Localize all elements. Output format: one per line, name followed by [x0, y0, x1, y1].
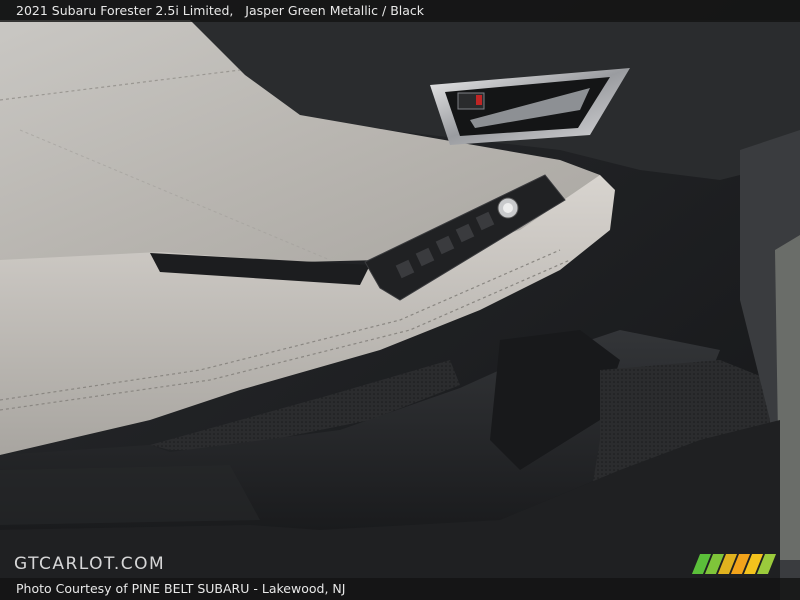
mirror-adjust-knob-icon [497, 197, 519, 219]
caption-bar: 2021 Subaru Forester 2.5i Limited, Jaspe… [0, 0, 800, 22]
credit-prefix: Photo Courtesy of [16, 581, 128, 596]
vehicle-title: 2021 Subaru Forester 2.5i Limited, [16, 3, 234, 18]
brand-stripes [691, 554, 777, 574]
dealer-name: PINE BELT SUBARU [131, 581, 250, 596]
credit-separator: - [253, 581, 258, 596]
door-interior-photo [0, 0, 800, 600]
credit-bar: Photo Courtesy of PINE BELT SUBARU - Lak… [0, 578, 800, 600]
dealer-location: Lakewood, NJ [261, 581, 346, 596]
watermark-logo: GTCARLOT.COM [14, 554, 165, 574]
watermark-text: GTCARLOT.COM [14, 554, 166, 574]
vehicle-color: Jasper Green Metallic / Black [245, 3, 425, 18]
